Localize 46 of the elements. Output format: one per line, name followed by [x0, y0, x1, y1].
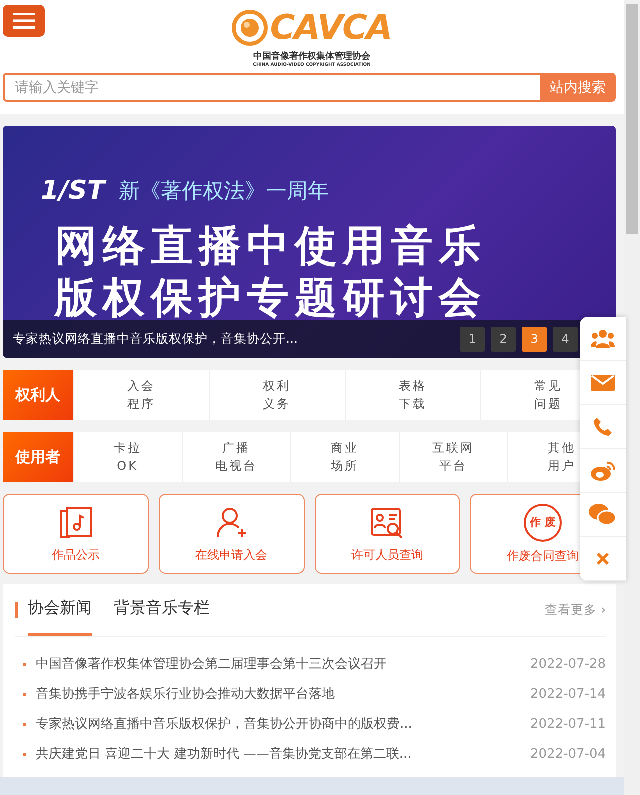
slide-indicator[interactable]: 1: [460, 326, 486, 352]
close-icon: [596, 552, 610, 566]
nav-link[interactable]: 互联网 平台: [398, 432, 508, 482]
anniversary-label: 1/ST: [41, 176, 106, 206]
disc-icon: [232, 10, 268, 46]
nav-link[interactable]: 入会 程序: [73, 370, 209, 420]
news-date: 2022-07-11: [530, 716, 606, 732]
stamp-text: 废: [545, 515, 556, 530]
menu-button[interactable]: [3, 5, 45, 37]
category-label: 权利人: [3, 370, 73, 420]
logo-subtitle: 中国音像著作权集体管理协会: [254, 50, 371, 62]
service-card[interactable]: 作品公示: [3, 494, 149, 574]
service-card[interactable]: 在线申请入会: [158, 494, 305, 574]
logo-text: CAVCA: [270, 9, 392, 47]
nav-link[interactable]: 表格 下载: [344, 370, 480, 420]
news-tab[interactable]: 背景音乐专栏: [114, 584, 210, 636]
nav-link[interactable]: 权利 义务: [208, 370, 345, 420]
service-card[interactable]: 许可人员查询: [314, 494, 460, 574]
weibo-icon: [590, 460, 616, 482]
stamp-text: 作: [530, 515, 542, 530]
banner-headline: 网络直播中使用音乐: [55, 220, 488, 272]
banner-caption: 专家热议网络直播中音乐版权保护，音集协公开...: [13, 330, 298, 348]
search-field[interactable]: 请输入关键字: [3, 73, 540, 102]
news-date: 2022-07-28: [530, 656, 606, 672]
menu-icon: [13, 13, 35, 29]
category-label: 使用者: [3, 432, 73, 482]
news-tab[interactable]: 协会新闻: [28, 584, 92, 636]
phone-icon: [593, 416, 614, 436]
news-date: 2022-07-14: [530, 686, 606, 702]
nav-link[interactable]: 商业 场所: [290, 432, 399, 482]
news-date: 2022-07-04: [530, 746, 606, 762]
news-link[interactable]: 专家热议网络直播中音乐版权保护，音集协公开协商中的版权费...: [36, 715, 412, 734]
news-link[interactable]: 音集协携手宁波各娱乐行业协会推动大数据平台落地: [36, 685, 335, 704]
banner-subtitle: 新《著作权法》一周年: [119, 178, 330, 206]
banner[interactable]: 1/ST 新《著作权法》一周年 网络直播中使用音乐 版权保护专题研讨会 专家热议网络直播中音乐版权保护，音集协公开... 1 2 3 4: [3, 126, 616, 358]
group-icon: [591, 328, 616, 348]
slide-indicator[interactable]: 4: [553, 326, 578, 352]
nav-link[interactable]: 广播 电视台: [182, 432, 290, 482]
slide-indicator[interactable]: 2: [491, 326, 516, 352]
mail-icon: [591, 374, 616, 390]
news-link[interactable]: 共庆建党日 喜迎二十大 建功新时代 ——音集协党支部在第二联...: [36, 745, 412, 764]
news-link[interactable]: 中国音像著作权集体管理协会第二届理事会第十三次会议召开: [36, 655, 387, 674]
wechat-icon: [589, 502, 618, 526]
music-file-icon: [58, 504, 94, 541]
banner-headline: 版权保护专题研讨会: [55, 272, 488, 324]
nav-link[interactable]: 卡拉 OK: [73, 432, 182, 482]
